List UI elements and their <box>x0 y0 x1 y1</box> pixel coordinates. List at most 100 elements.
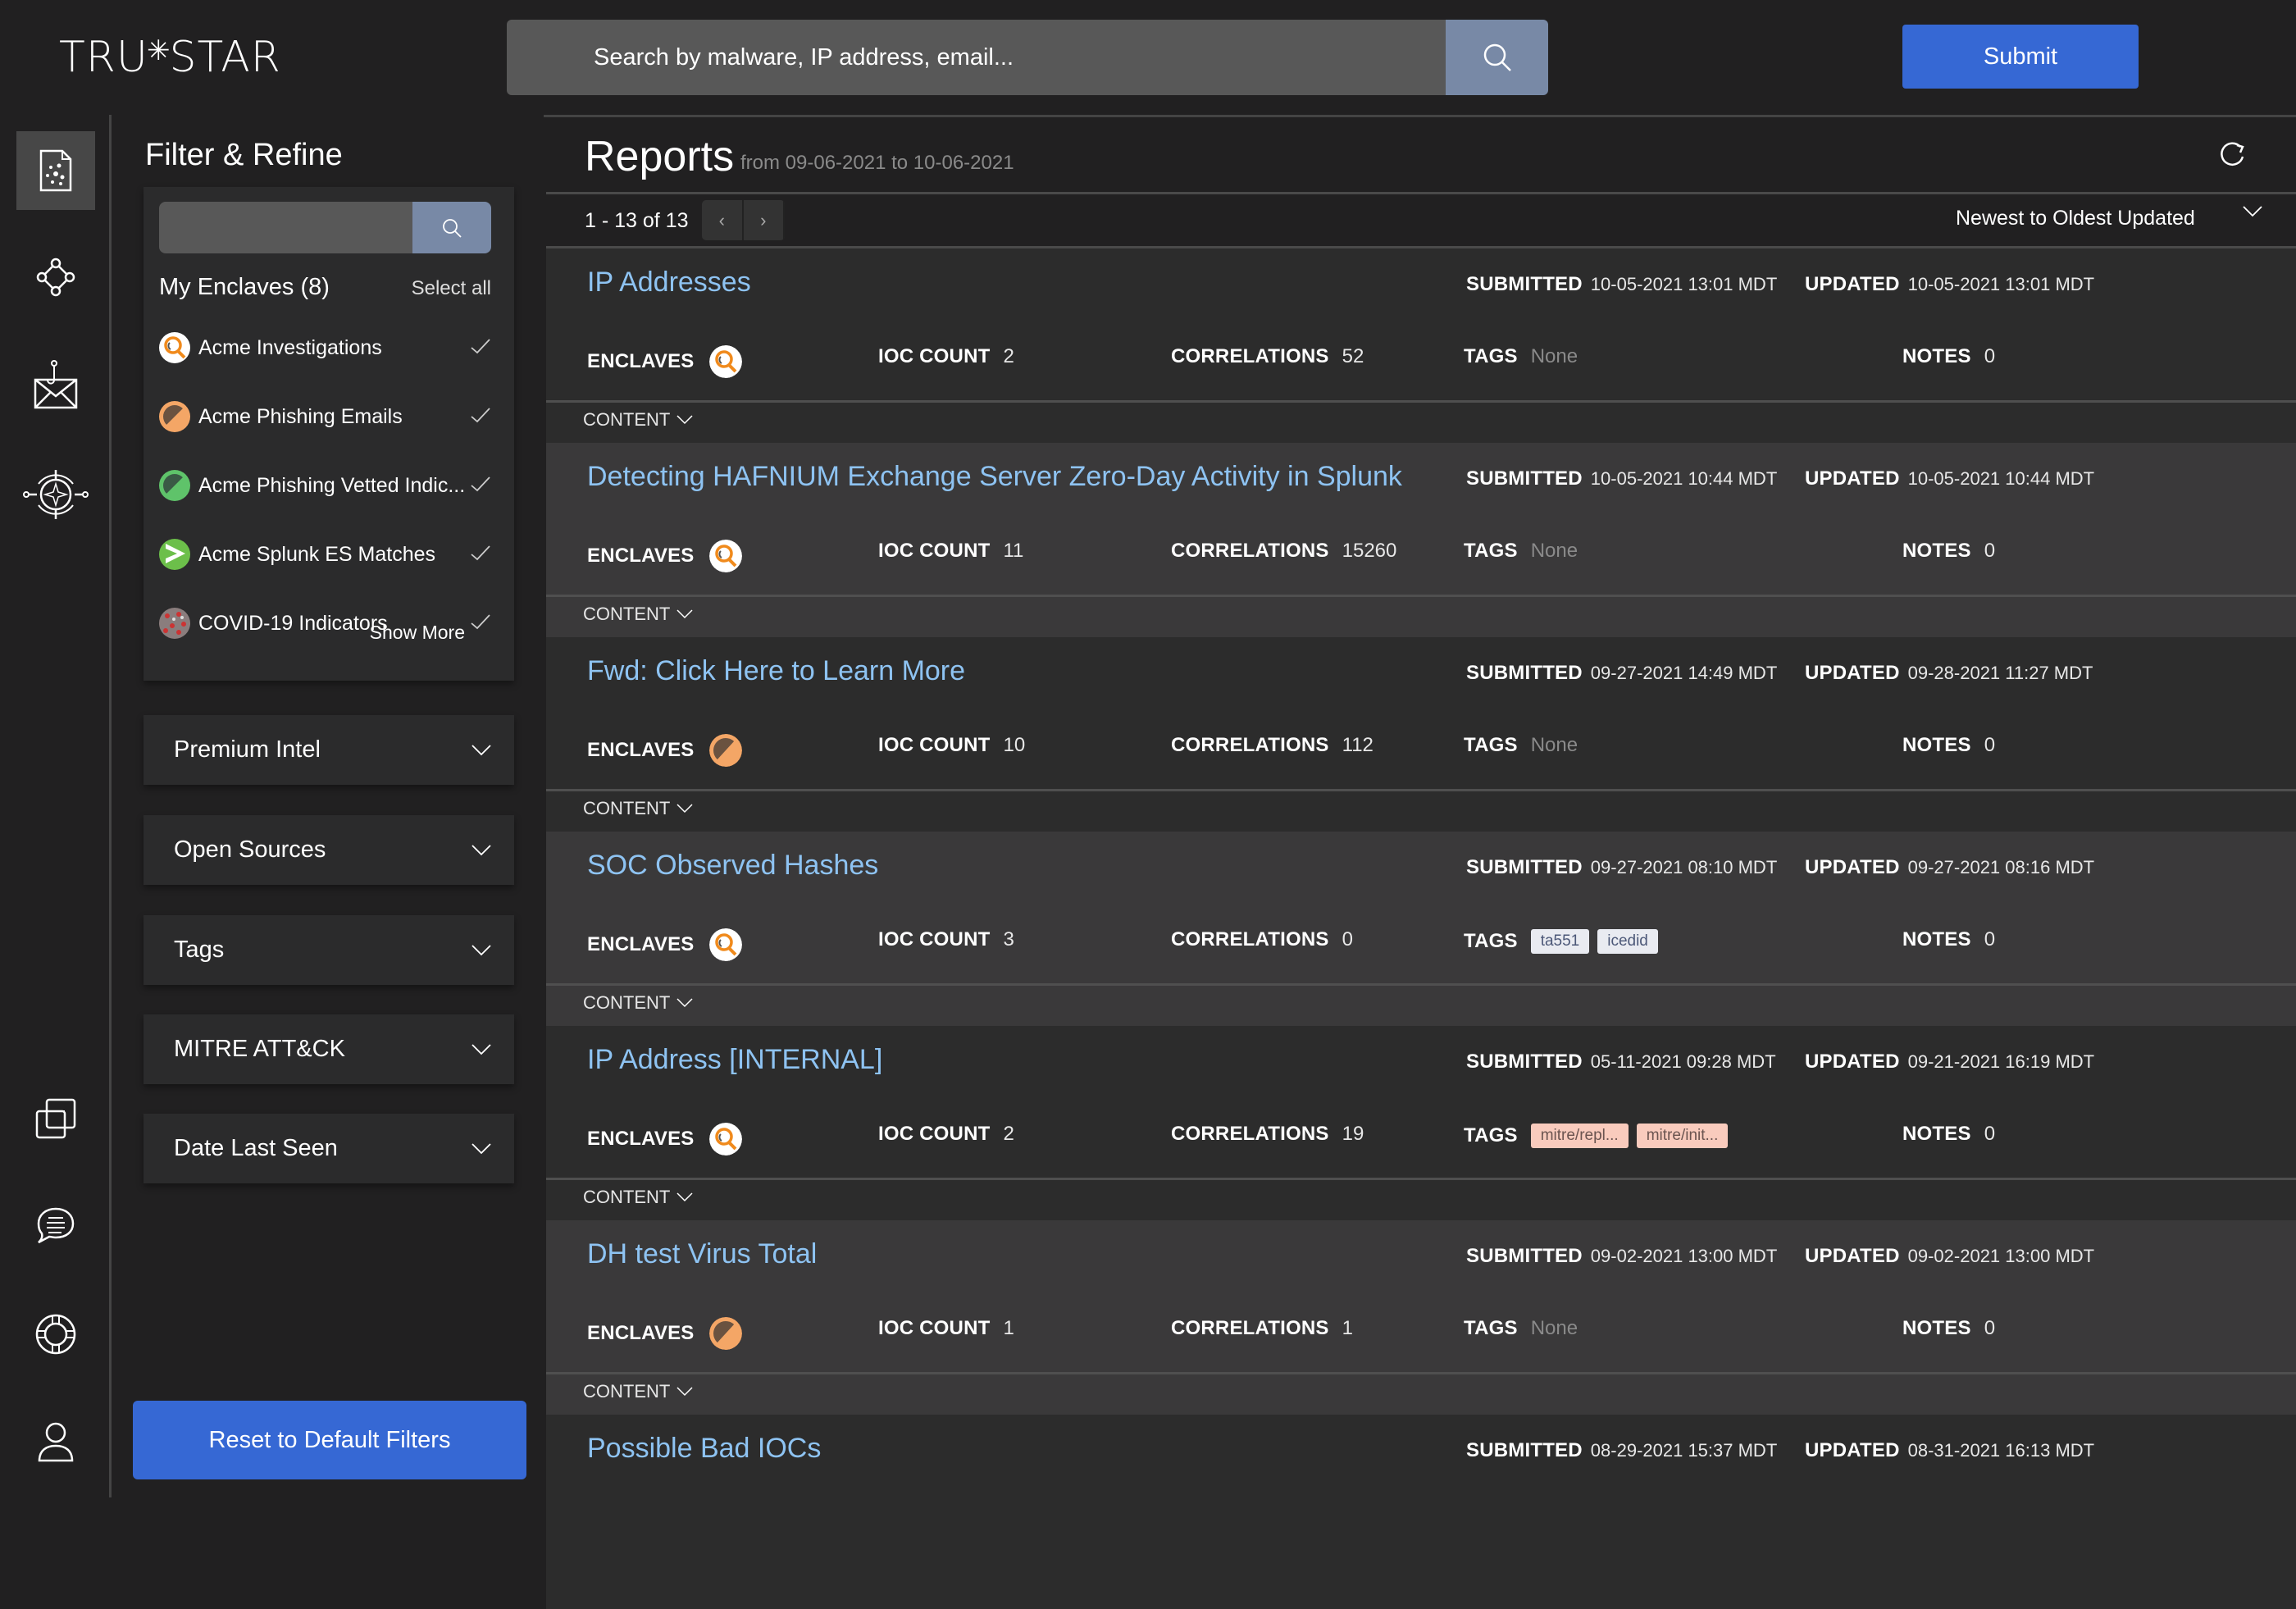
report-title-link[interactable]: Fwd: Click Here to Learn More <box>587 655 965 687</box>
chevron-down-icon <box>676 1387 693 1397</box>
nav-compass[interactable] <box>16 455 95 534</box>
submitted-field: SUBMITTED 09-27-2021 14:49 MDT <box>1466 662 1778 684</box>
enclave-label: Acme Investigations <box>198 335 382 359</box>
content-toggle[interactable]: CONTENT <box>583 409 693 431</box>
updated-field: UPDATED 09-28-2021 11:27 MDT <box>1805 662 2093 684</box>
accordion-label: Tags <box>174 937 225 963</box>
content-toggle[interactable]: CONTENT <box>583 1381 693 1402</box>
enclave-search-input[interactable] <box>159 202 412 253</box>
prev-page-button[interactable]: ‹ <box>702 200 744 240</box>
tag-chip[interactable]: mitre/repl... <box>1530 1124 1629 1148</box>
select-all-link[interactable]: Select all <box>412 277 491 300</box>
enclave-item[interactable]: Acme Splunk ES Matches <box>159 538 491 571</box>
enclave-search-button[interactable] <box>412 202 491 253</box>
compass-icon <box>23 470 89 519</box>
nav-chat[interactable] <box>16 1187 95 1265</box>
enclave-item[interactable]: Acme Phishing Vetted Indic... <box>159 469 491 502</box>
tags-field: TAGS None <box>1464 1317 1578 1339</box>
magnifier-icon <box>159 332 190 363</box>
report-row: IP Address [INTERNAL] SUBMITTED 05-11-202… <box>546 1026 2296 1220</box>
chevron-down-icon <box>472 1043 491 1055</box>
magnifier-icon <box>708 1123 742 1155</box>
check-icon <box>468 476 491 496</box>
tag-chip[interactable]: ta551 <box>1530 929 1590 954</box>
tags-field: TAGS None <box>1464 540 1578 562</box>
accordion-mitre[interactable]: MITRE ATT&CK <box>144 1014 514 1084</box>
accordion-open-sources[interactable]: Open Sources <box>144 815 514 885</box>
submitted-field: SUBMITTED 10-05-2021 10:44 MDT <box>1466 467 1778 490</box>
splunk-icon <box>159 539 190 570</box>
accordion-label: MITRE ATT&CK <box>174 1036 345 1062</box>
updated-field: UPDATED 09-21-2021 16:19 MDT <box>1805 1051 2095 1073</box>
report-title-link[interactable]: Detecting HAFNIUM Exchange Server Zero-D… <box>587 461 1402 493</box>
ioc-count-field: IOC COUNT 10 <box>878 734 1026 756</box>
magnifier-icon <box>708 345 742 378</box>
notes-field: NOTES 0 <box>1902 540 1996 562</box>
nav-user[interactable] <box>16 1402 95 1481</box>
report-title-link[interactable]: IP Addresses <box>587 267 751 299</box>
notes-field: NOTES 0 <box>1902 1317 1996 1339</box>
nav-help[interactable] <box>16 1295 95 1374</box>
report-title-link[interactable]: SOC Observed Hashes <box>587 850 878 882</box>
content-toggle[interactable]: CONTENT <box>583 798 693 819</box>
filter-title: Filter & Refine <box>145 138 343 172</box>
search-icon <box>1483 43 1511 71</box>
nav-graph[interactable] <box>16 238 95 317</box>
submitted-field: SUBMITTED 09-27-2021 08:10 MDT <box>1466 856 1778 878</box>
submit-button[interactable]: Submit <box>1902 25 2139 89</box>
pagination-count: 1 - 13 of 13 <box>585 209 689 232</box>
reset-filters-button[interactable]: Reset to Default Filters <box>133 1401 526 1479</box>
report-row: SOC Observed Hashes SUBMITTED 09-27-2021 … <box>546 832 2296 1026</box>
correlations-field: CORRELATIONS 112 <box>1171 734 1374 756</box>
trustar-logo[interactable]: TRU✳STAR <box>59 33 281 82</box>
orange-split-icon <box>159 401 190 432</box>
nav-copy[interactable] <box>16 1079 95 1158</box>
accordion-label: Premium Intel <box>174 736 321 763</box>
notes-field: NOTES 0 <box>1902 345 1996 367</box>
tags-none: None <box>1530 540 1578 562</box>
enclave-item[interactable]: Acme Phishing Emails <box>159 400 491 433</box>
sort-select[interactable]: Newest to Oldest Updated <box>1956 207 2195 230</box>
copy-icon <box>35 1098 76 1139</box>
correlations-field: CORRELATIONS 52 <box>1171 345 1364 367</box>
global-search-button[interactable] <box>1446 20 1548 95</box>
tags-field: TAGS None <box>1464 734 1578 756</box>
refresh-icon[interactable] <box>2216 139 2248 171</box>
enclaves-field: ENCLAVES <box>587 1123 742 1155</box>
global-search: Search by malware, IP address, email... <box>507 20 1548 95</box>
correlations-field: CORRELATIONS 19 <box>1171 1123 1364 1145</box>
top-bar: TRU✳STAR Search by malware, IP address, … <box>0 0 2296 115</box>
content-toggle[interactable]: CONTENT <box>583 1187 693 1208</box>
correlations-field: CORRELATIONS 1 <box>1171 1317 1353 1339</box>
nav-reports[interactable] <box>16 131 95 210</box>
covid-icon <box>159 608 190 639</box>
nav-phishing[interactable] <box>16 346 95 425</box>
chevron-down-icon[interactable] <box>2243 206 2262 217</box>
report-title-link[interactable]: DH test Virus Total <box>587 1238 817 1270</box>
accordion-premium-intel[interactable]: Premium Intel <box>144 715 514 785</box>
divider <box>546 983 2296 986</box>
check-icon <box>468 338 491 358</box>
chevron-down-icon <box>676 804 693 814</box>
report-row: DH test Virus Total SUBMITTED 09-02-2021 … <box>546 1220 2296 1415</box>
report-title-link[interactable]: IP Address [INTERNAL] <box>587 1044 882 1076</box>
enclaves-field: ENCLAVES <box>587 734 742 767</box>
report-title-link[interactable]: Possible Bad IOCs <box>587 1433 821 1465</box>
accordion-date-last-seen[interactable]: Date Last Seen <box>144 1114 514 1183</box>
enclave-item[interactable]: Acme Investigations <box>159 331 491 364</box>
reports-icon <box>39 149 72 192</box>
submitted-field: SUBMITTED 05-11-2021 09:28 MDT <box>1466 1051 1776 1073</box>
global-search-input[interactable]: Search by malware, IP address, email... <box>507 20 1446 95</box>
show-more-link[interactable]: Show More <box>370 622 465 644</box>
tag-chip[interactable]: icedid <box>1597 929 1658 954</box>
content-toggle[interactable]: CONTENT <box>583 992 693 1014</box>
accordion-label: Date Last Seen <box>174 1135 338 1161</box>
enclave-search <box>159 202 491 253</box>
help-icon <box>35 1314 76 1355</box>
next-page-button[interactable]: › <box>744 200 785 240</box>
tag-chip[interactable]: mitre/init... <box>1636 1124 1729 1148</box>
page-title: Reports <box>585 133 735 180</box>
accordion-tags[interactable]: Tags <box>144 915 514 985</box>
enclave-label: Acme Phishing Emails <box>198 404 403 428</box>
content-toggle[interactable]: CONTENT <box>583 604 693 625</box>
